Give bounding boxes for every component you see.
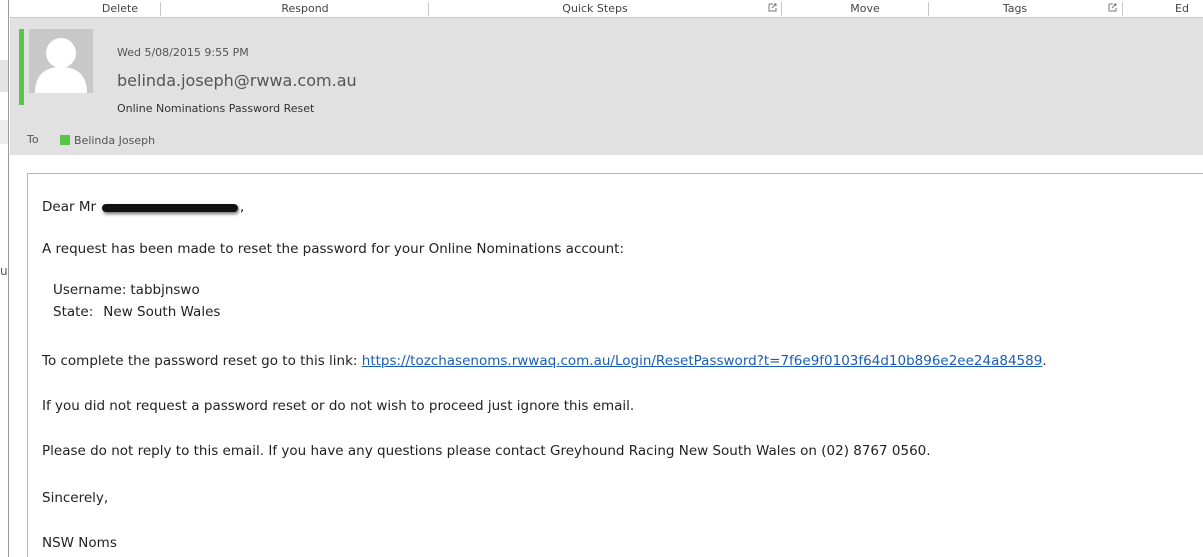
recipient-name: Belinda Joseph: [74, 133, 156, 147]
folder-pane-band: [0, 60, 8, 92]
pane-divider[interactable]: [8, 0, 9, 557]
reset-instruction: To complete the password reset go to thi…: [42, 353, 362, 369]
greeting-text: Dear Mr: [42, 199, 97, 215]
presence-indicator-icon: [60, 135, 70, 145]
message-subject: Online Nominations Password Reset: [117, 102, 315, 115]
folder-pane-band: [0, 120, 8, 144]
ribbon-group-respond: Respond: [281, 2, 329, 15]
closing-line: Sincerely,: [42, 490, 109, 506]
greeting-line: Dear Mr,: [42, 199, 244, 215]
folder-pane-clipped-text: u: [0, 264, 8, 278]
email-reading-pane: u Delete Respond Quick Steps Move Tags E…: [0, 0, 1203, 557]
quick-steps-dialog-launcher-icon[interactable]: [768, 3, 777, 12]
sender-avatar[interactable]: [29, 29, 93, 93]
username-value: tabbjnswo: [130, 282, 200, 298]
ribbon-separator: [160, 2, 161, 16]
state-value: New South Wales: [103, 304, 221, 320]
person-silhouette-icon: [29, 29, 93, 93]
state-label: State:: [53, 304, 94, 320]
reset-password-link[interactable]: https://tozchasenoms.rwwaq.com.au/Login/…: [362, 353, 1043, 369]
username-line: Username: tabbjnswo: [53, 282, 200, 298]
ignore-paragraph: If you did not request a password reset …: [42, 398, 635, 414]
presence-status-bar: [19, 29, 24, 105]
ribbon-separator: [428, 2, 429, 16]
ribbon-separator: [928, 2, 929, 16]
ribbon-group-quick-steps: Quick Steps: [562, 2, 628, 15]
ribbon-group-editing: Ed: [1175, 2, 1189, 15]
tags-dialog-launcher-icon[interactable]: [1108, 3, 1117, 12]
ribbon-separator: [1122, 2, 1123, 16]
greeting-punctuation: ,: [240, 199, 245, 215]
folder-pane-edge: u: [0, 0, 10, 557]
sender-address[interactable]: belinda.joseph@rwwa.com.au: [117, 71, 357, 90]
ribbon-group-delete: Delete: [101, 2, 139, 15]
username-label: Username:: [53, 282, 127, 298]
ribbon-group-labels: Delete Respond Quick Steps Move Tags Ed: [10, 0, 1203, 18]
request-paragraph: A request has been made to reset the pas…: [42, 241, 625, 257]
ribbon-separator: [781, 2, 782, 16]
ribbon-group-move: Move: [850, 2, 880, 15]
to-recipient[interactable]: Belinda Joseph: [60, 133, 156, 147]
reset-paragraph: To complete the password reset go to thi…: [42, 353, 1047, 369]
to-label: To: [27, 133, 39, 146]
sent-date: Wed 5/08/2015 9:55 PM: [117, 46, 249, 59]
redaction-mark: [102, 204, 239, 212]
redacted-name: [100, 200, 240, 214]
state-line: State: New South Wales: [53, 304, 220, 320]
reset-punctuation: .: [1042, 353, 1047, 369]
ribbon-group-tags: Tags: [1002, 2, 1028, 15]
signature-line: NSW Noms: [42, 535, 117, 551]
no-reply-paragraph: Please do not reply to this email. If yo…: [42, 443, 931, 459]
